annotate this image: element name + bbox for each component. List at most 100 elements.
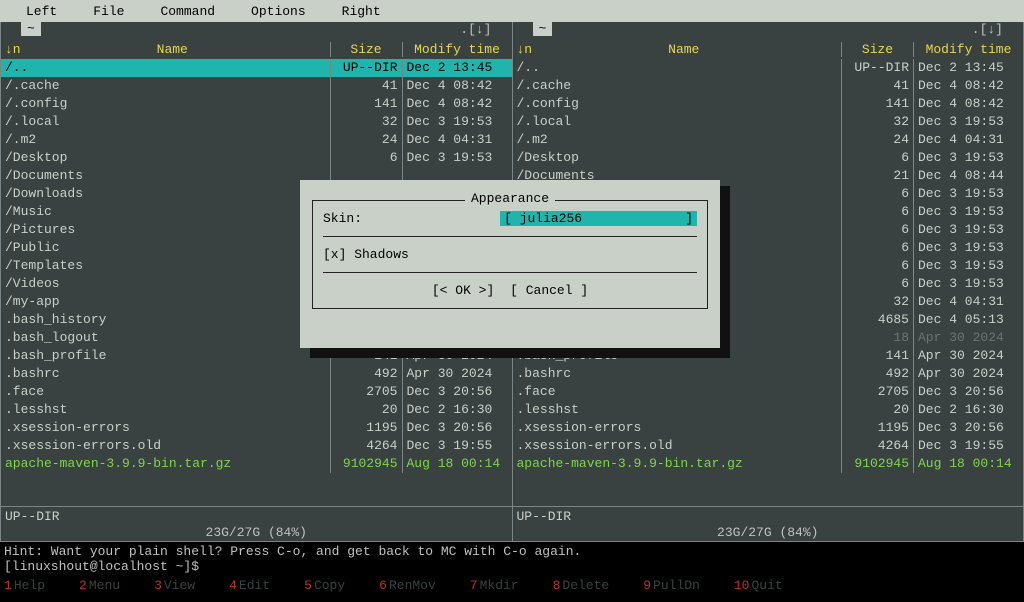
file-row[interactable]: .lesshst20Dec 2 16:30 [513,401,1024,419]
ok-button[interactable]: [< OK >] [428,283,498,298]
file-size: 6 [841,185,913,203]
col-mtime[interactable]: Modify time [913,42,1023,57]
file-name: /Pictures [1,221,330,239]
file-row[interactable]: apache-maven-3.9.9-bin.tar.gz9102945Aug … [1,455,512,473]
col-name[interactable]: Name [527,42,842,57]
file-row[interactable]: /.config141Dec 4 08:42 [513,95,1024,113]
file-size: 9102945 [330,455,402,473]
file-name: apache-maven-3.9.9-bin.tar.gz [513,455,842,473]
col-size[interactable]: Size [330,42,402,57]
file-row[interactable]: .lesshst20Dec 2 16:30 [1,401,512,419]
file-mtime: Dec 3 19:53 [913,221,1023,239]
menu-options[interactable]: Options [233,2,324,21]
file-row[interactable]: .face2705Dec 3 20:56 [1,383,512,401]
menu-file[interactable]: File [75,2,142,21]
fkey-copy[interactable]: 5Copy [300,578,345,593]
col-mtime[interactable]: Modify time [402,42,512,57]
file-mtime: Apr 30 2024 [913,365,1023,383]
file-name: .lesshst [1,401,330,419]
file-row[interactable]: /.config141Dec 4 08:42 [1,95,512,113]
file-name: .xsession-errors.old [1,437,330,455]
file-size: 6 [841,239,913,257]
file-size: 32 [330,113,402,131]
file-name: .bashrc [513,365,842,383]
file-row[interactable]: .xsession-errors.old4264Dec 3 19:55 [1,437,512,455]
file-row[interactable]: .bashrc492Apr 30 2024 [513,365,1024,383]
panel-right-path[interactable]: ~ [533,21,553,36]
col-sort-n[interactable]: ↓n [513,42,527,57]
fkey-renmov[interactable]: 6RenMov [375,578,436,593]
file-size: 20 [330,401,402,419]
menu-right[interactable]: Right [324,2,399,21]
fkey-edit[interactable]: 4Edit [225,578,270,593]
file-mtime: Dec 3 19:53 [913,185,1023,203]
fkey-number: 1 [0,578,12,593]
file-name: .xsession-errors [513,419,842,437]
file-row[interactable]: /..UP--DIRDec 2 13:45 [513,59,1024,77]
menu-command[interactable]: Command [142,2,233,21]
file-size: 1195 [841,419,913,437]
file-row[interactable]: .xsession-errors.old4264Dec 3 19:55 [513,437,1024,455]
cancel-button[interactable]: [ Cancel ] [506,283,592,298]
file-row[interactable]: /.local32Dec 3 19:53 [513,113,1024,131]
file-size: 141 [330,95,402,113]
file-size: 141 [841,95,913,113]
file-name: .lesshst [513,401,842,419]
file-row[interactable]: /.m224Dec 4 04:31 [513,131,1024,149]
file-row[interactable]: .xsession-errors1195Dec 3 20:56 [513,419,1024,437]
skin-select[interactable]: [ julia256] [500,211,697,226]
file-size: 4685 [841,311,913,329]
hint-text: Hint: Want your plain shell? Press C-o, … [4,544,1020,559]
fkey-number: 2 [75,578,87,593]
file-row[interactable]: apache-maven-3.9.9-bin.tar.gz9102945Aug … [513,455,1024,473]
file-row[interactable]: /..UP--DIRDec 2 13:45 [1,59,512,77]
file-row[interactable]: /.cache41Dec 4 08:42 [513,77,1024,95]
shell-prompt[interactable]: [linuxshout@localhost ~]$ [4,559,199,574]
col-sort-n[interactable]: ↓n [1,42,15,57]
fkey-number: 6 [375,578,387,593]
fkey-label: RenMov [387,578,436,593]
sort-indicator[interactable]: .[↓] [460,22,491,37]
sort-indicator[interactable]: .[↓] [972,22,1003,37]
file-size: 6 [841,203,913,221]
file-name: /.m2 [513,131,842,149]
fkey-label: Edit [237,578,270,593]
file-name: /my-app [1,293,330,311]
fkey-number: 9 [639,578,651,593]
file-size: 9102945 [841,455,913,473]
file-row[interactable]: .xsession-errors1195Dec 3 20:56 [1,419,512,437]
menu-left[interactable]: Left [8,2,75,21]
fkey-menu[interactable]: 2Menu [75,578,120,593]
file-row[interactable]: /Desktop6Dec 3 19:53 [513,149,1024,167]
file-row[interactable]: /.cache41Dec 4 08:42 [1,77,512,95]
file-mtime: Dec 4 08:42 [913,95,1023,113]
file-mtime: Apr 30 2024 [402,365,512,383]
fkey-view[interactable]: 3View [150,578,195,593]
file-mtime: Dec 3 19:53 [402,149,512,167]
file-mtime: Dec 3 19:53 [402,113,512,131]
file-row[interactable]: /Desktop6Dec 3 19:53 [1,149,512,167]
fkey-label: Quit [749,578,782,593]
fkey-number: 7 [466,578,478,593]
dialog-title: Appearance [465,191,555,206]
fkey-help[interactable]: 1Help [0,578,45,593]
panel-left-path[interactable]: ~ [21,21,41,36]
fkey-pulldn[interactable]: 9PullDn [639,578,700,593]
file-row[interactable]: /.m224Dec 4 04:31 [1,131,512,149]
file-size: 492 [330,365,402,383]
fkey-mkdir[interactable]: 7Mkdir [466,578,519,593]
file-mtime: Dec 3 19:55 [913,437,1023,455]
col-size[interactable]: Size [841,42,913,57]
file-name: /.m2 [1,131,330,149]
file-mtime: Dec 3 19:53 [913,275,1023,293]
hint-area: Hint: Want your plain shell? Press C-o, … [0,542,1024,576]
fkey-quit[interactable]: 10Quit [730,578,783,593]
shadows-checkbox[interactable]: [x] Shadows [323,247,409,262]
file-row[interactable]: /.local32Dec 3 19:53 [1,113,512,131]
file-row[interactable]: .face2705Dec 3 20:56 [513,383,1024,401]
file-row[interactable]: .bashrc492Apr 30 2024 [1,365,512,383]
col-name[interactable]: Name [15,42,330,57]
fkey-delete[interactable]: 8Delete [549,578,610,593]
file-size: 41 [330,77,402,95]
file-mtime: Dec 4 04:31 [913,131,1023,149]
